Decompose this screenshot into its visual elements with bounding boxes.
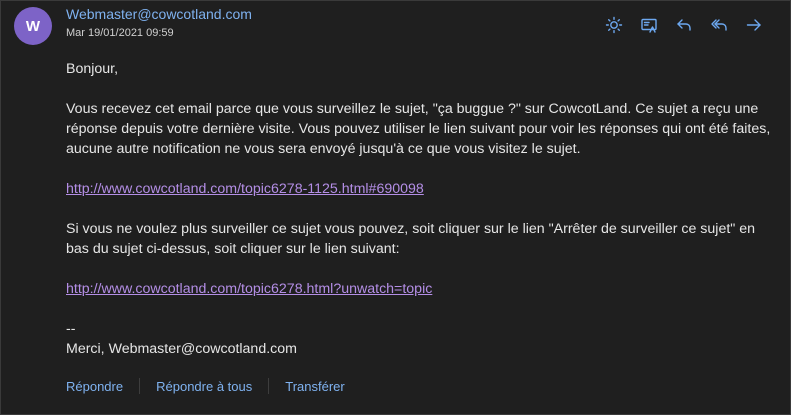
unwatch-link[interactable]: http://www.cowcotland.com/topic6278.html…	[66, 281, 432, 297]
reply-all-icon[interactable]	[708, 14, 730, 36]
greeting: Bonjour,	[66, 61, 119, 77]
sender-address[interactable]: Webmaster@cowcotland.com	[66, 6, 252, 22]
body-paragraph-1: Vous recevez cet email parce que vous su…	[66, 101, 771, 157]
reply-all-button[interactable]: Répondre à tous	[156, 379, 252, 394]
reply-icon[interactable]	[673, 14, 695, 36]
forward-icon[interactable]	[743, 14, 765, 36]
message-actions	[603, 14, 765, 36]
email-reading-pane: W Webmaster@cowcotland.com Mar 19/01/202…	[0, 0, 791, 415]
reply-button[interactable]: Répondre	[66, 379, 123, 394]
forward-button[interactable]: Transférer	[285, 379, 344, 394]
reply-bar: Répondre Répondre à tous Transférer	[66, 378, 345, 394]
divider	[139, 378, 141, 394]
topic-link[interactable]: http://www.cowcotland.com/topic6278-1125…	[66, 181, 424, 197]
reader-icon[interactable]	[638, 14, 660, 36]
sun-icon[interactable]	[603, 14, 625, 36]
message-header: W Webmaster@cowcotland.com Mar 19/01/202…	[1, 1, 790, 51]
signature: Merci, Webmaster@cowcotland.com	[66, 341, 297, 357]
divider	[268, 378, 270, 394]
signature-separator: --	[66, 321, 76, 337]
body-paragraph-2: Si vous ne voulez plus surveiller ce suj…	[66, 221, 756, 257]
message-date: Mar 19/01/2021 09:59	[66, 27, 174, 39]
message-body: Bonjour, Vous recevez cet email parce qu…	[66, 59, 771, 359]
sender-avatar[interactable]: W	[14, 7, 52, 45]
